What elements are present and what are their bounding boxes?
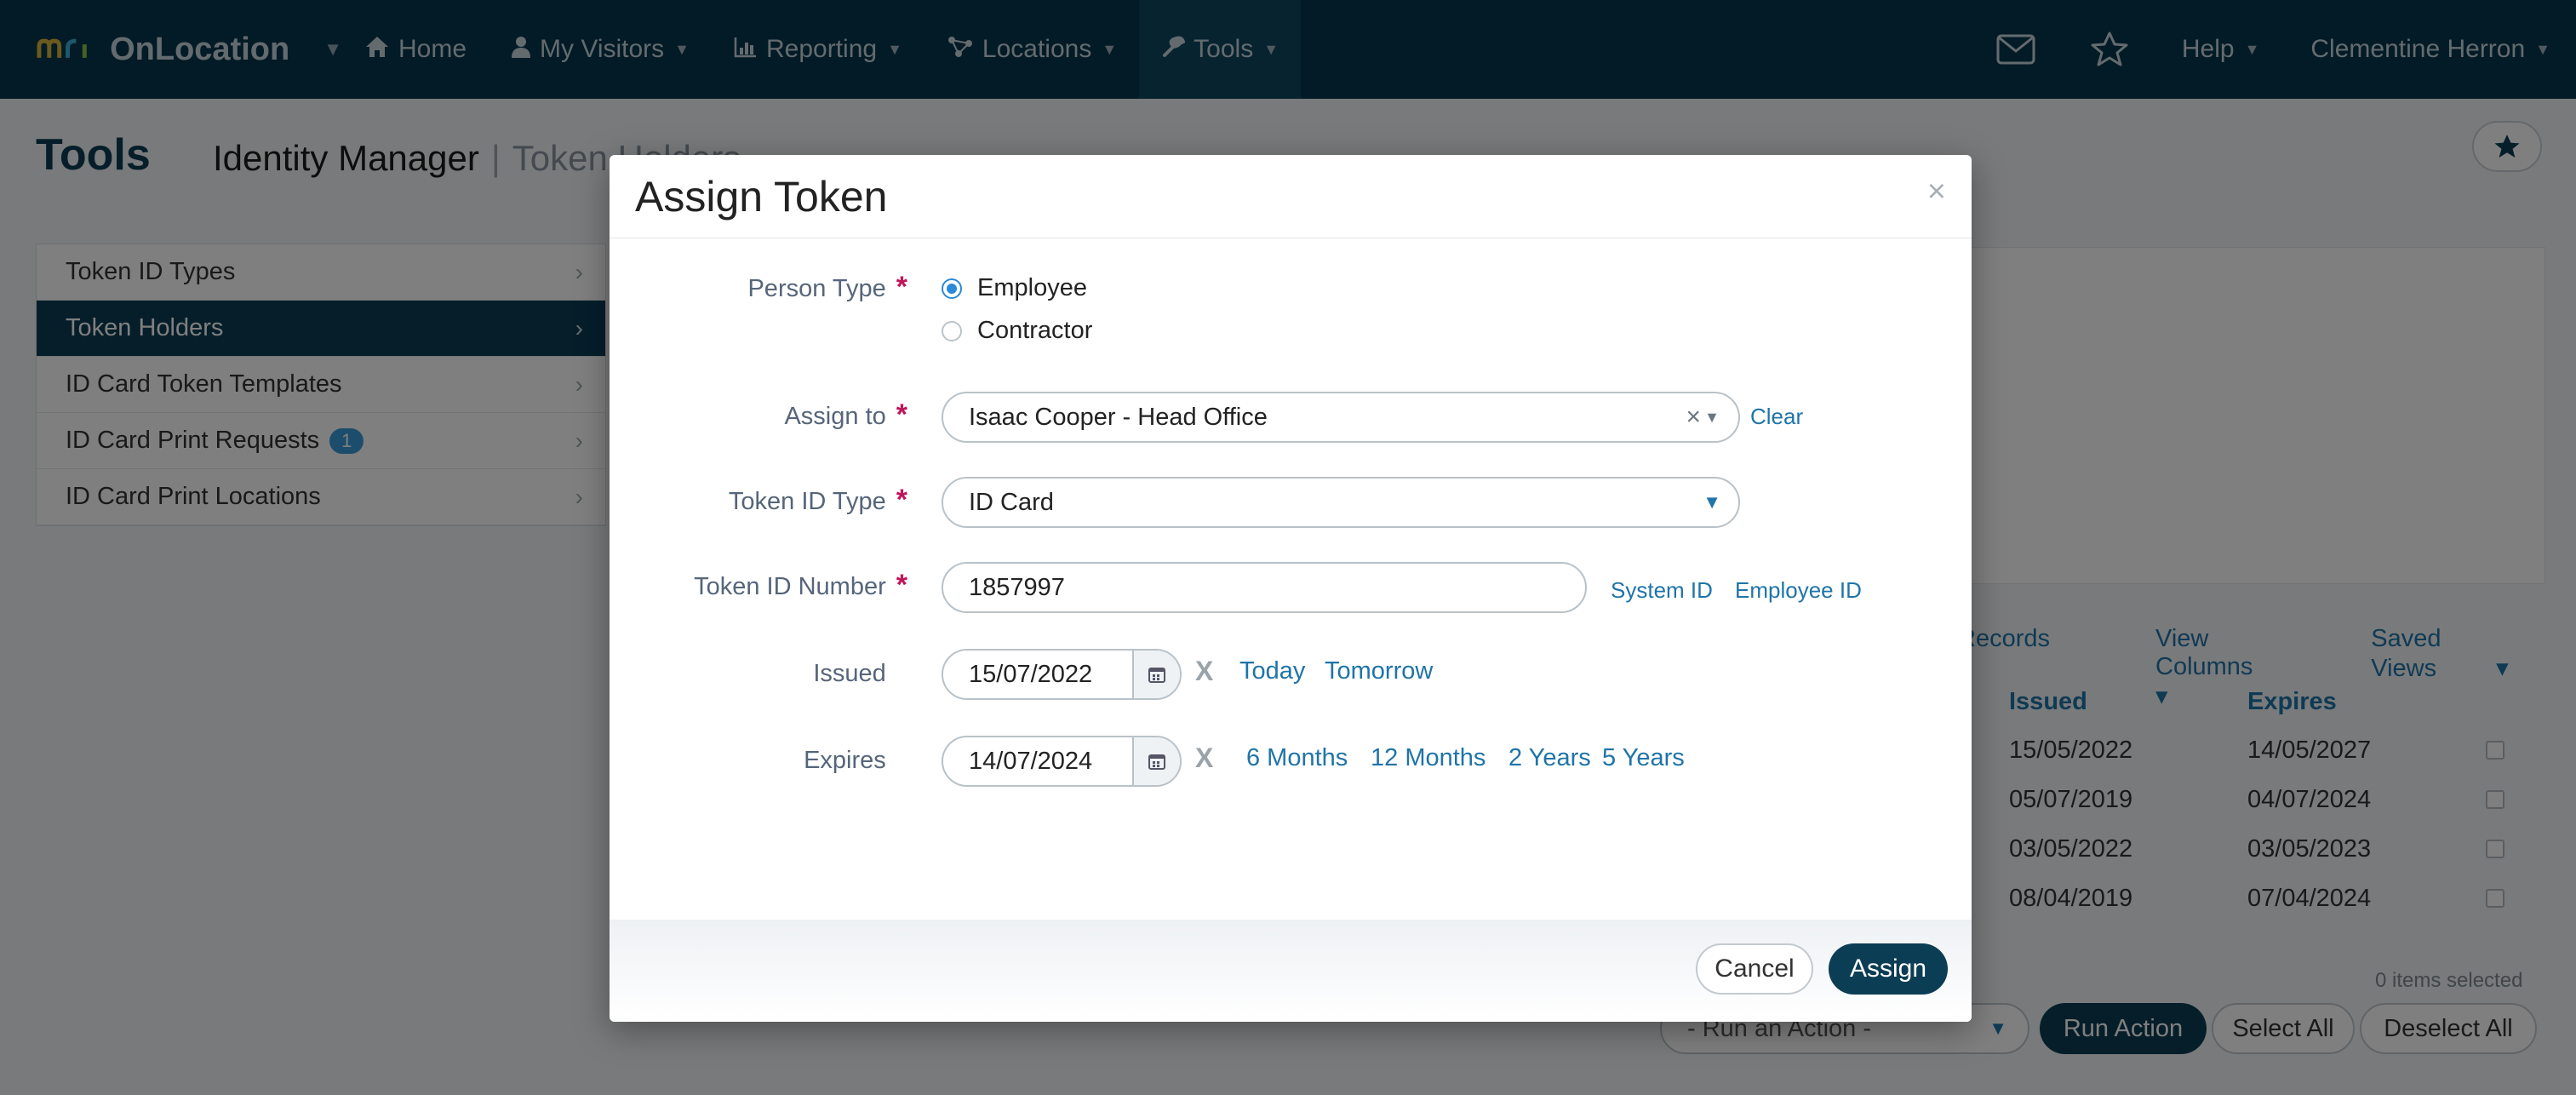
assign-to-value: Isaac Cooper - Head Office xyxy=(969,403,1268,431)
modal-title: Assign Token xyxy=(635,173,888,221)
assign-to-select[interactable]: Isaac Cooper - Head Office × ▼ xyxy=(942,392,1740,443)
expires-12-months-link[interactable]: 12 Months xyxy=(1371,744,1485,772)
token-id-type-label: Token ID Type * xyxy=(610,484,907,517)
issued-date-value: 15/07/2022 xyxy=(969,660,1093,688)
token-id-number-label: Token ID Number * xyxy=(610,569,907,602)
assign-to-label-text: Assign to xyxy=(784,403,886,430)
calendar-icon[interactable] xyxy=(1132,737,1180,785)
expires-label: Expires* xyxy=(610,742,907,776)
clear-selection-icon[interactable]: × xyxy=(1686,403,1701,432)
issued-label: Issued* xyxy=(610,656,907,689)
required-marker: * xyxy=(896,271,907,303)
assign-button[interactable]: Assign xyxy=(1829,943,1948,995)
chevron-down-icon[interactable]: ▼ xyxy=(1704,409,1720,427)
close-icon[interactable]: × xyxy=(1927,174,1946,210)
required-marker: * xyxy=(896,398,907,431)
clear-issued-icon[interactable]: X xyxy=(1195,656,1213,687)
token-id-number-value: 1857997 xyxy=(969,573,1065,601)
modal-header: Assign Token × xyxy=(610,155,1972,238)
assign-to-label: Assign to * xyxy=(610,398,907,432)
token-id-type-select[interactable]: ID Card ▼ xyxy=(942,477,1740,528)
person-type-label-text: Person Type xyxy=(747,275,886,302)
person-type-label: Person Type * xyxy=(610,271,907,304)
issued-tomorrow-link[interactable]: Tomorrow xyxy=(1325,657,1433,685)
expires-date-value: 14/07/2024 xyxy=(969,747,1093,775)
token-id-type-value: ID Card xyxy=(969,488,1054,516)
required-marker: * xyxy=(896,484,907,516)
radio-employee-label: Employee xyxy=(977,274,1087,301)
radio-contractor[interactable]: Contractor xyxy=(942,317,1092,345)
assign-token-modal: Assign Token × Person Type * Employee Con… xyxy=(610,155,1972,1022)
expires-date-input[interactable]: 14/07/2024 xyxy=(942,736,1182,787)
issued-label-text: Issued xyxy=(813,660,886,687)
radio-contractor-label: Contractor xyxy=(977,317,1093,344)
radio-contractor-button[interactable] xyxy=(942,320,962,341)
radio-employee[interactable]: Employee xyxy=(942,274,1087,302)
issued-date-input[interactable]: 15/07/2022 xyxy=(942,649,1182,700)
expires-5-years-link[interactable]: 5 Years xyxy=(1602,744,1685,772)
token-id-type-label-text: Token ID Type xyxy=(728,488,886,515)
system-id-link[interactable]: System ID xyxy=(1611,577,1713,604)
expires-2-years-link[interactable]: 2 Years xyxy=(1508,744,1591,772)
clear-link[interactable]: Clear xyxy=(1750,404,1803,430)
token-id-number-label-text: Token ID Number xyxy=(694,573,886,600)
issued-today-link[interactable]: Today xyxy=(1239,657,1305,685)
employee-id-link[interactable]: Employee ID xyxy=(1735,577,1862,604)
chevron-down-icon[interactable]: ▼ xyxy=(1703,491,1721,513)
radio-employee-button[interactable] xyxy=(942,278,962,299)
clear-expires-icon[interactable]: X xyxy=(1195,742,1213,774)
expires-label-text: Expires xyxy=(804,747,886,774)
token-id-number-input[interactable]: 1857997 xyxy=(942,562,1587,613)
required-marker: * xyxy=(896,569,907,601)
cancel-button[interactable]: Cancel xyxy=(1696,943,1813,995)
expires-6-months-link[interactable]: 6 Months xyxy=(1246,744,1348,772)
calendar-icon[interactable] xyxy=(1132,651,1180,698)
